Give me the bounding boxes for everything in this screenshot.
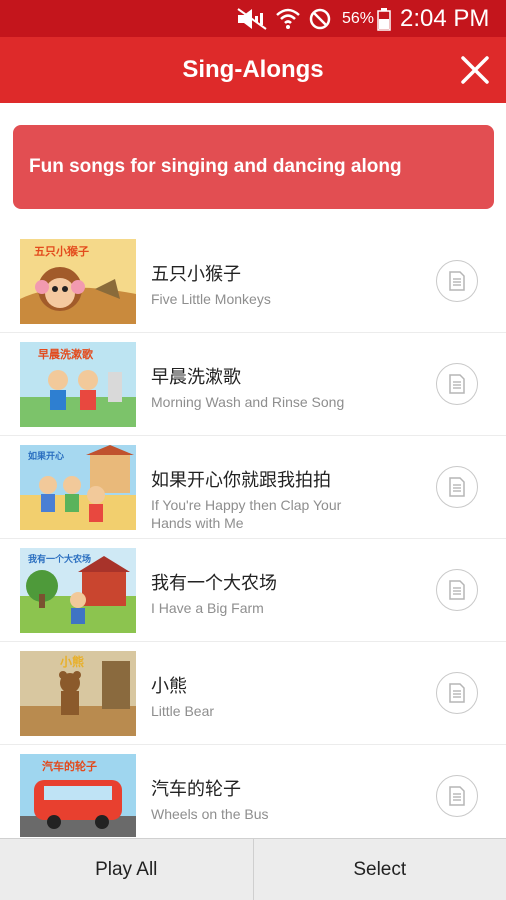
- thumbnail-caption: 汽车的轮子: [42, 760, 97, 773]
- song-row[interactable]: 我有一个大农场 我有一个大农场 I Have a Big Farm: [0, 539, 506, 642]
- song-thumbnail: 如果开心: [20, 445, 136, 530]
- lyrics-button[interactable]: [436, 363, 478, 405]
- bottom-action-bar: Play All Select: [0, 838, 506, 900]
- thumbnail-caption: 小熊: [60, 655, 85, 669]
- song-list[interactable]: 五只小猴子 五只小猴子 Five Little Monkeys 早晨洗漱歌 早晨…: [0, 230, 506, 837]
- song-title-english: I Have a Big Farm: [151, 600, 264, 616]
- lyrics-button[interactable]: [436, 775, 478, 817]
- song-thumbnail: 我有一个大农场: [20, 548, 136, 633]
- status-bar: 56% 2:04 PM: [0, 0, 506, 37]
- lyrics-button[interactable]: [436, 260, 478, 302]
- banner-text: Fun songs for singing and dancing along: [29, 156, 402, 177]
- do-not-disturb-icon: [308, 0, 332, 37]
- wifi-icon: [275, 0, 301, 37]
- song-title-chinese: 五只小猴子: [151, 264, 241, 285]
- thumbnail-caption: 我有一个大农场: [28, 555, 92, 565]
- song-title-english: Five Little Monkeys: [151, 291, 271, 307]
- select-button[interactable]: Select: [254, 839, 506, 900]
- song-row[interactable]: 早晨洗漱歌 早晨洗漱歌 Morning Wash and Rinse Song: [0, 333, 506, 436]
- song-row[interactable]: 小熊 小熊 Little Bear: [0, 642, 506, 745]
- song-thumbnail: 五只小猴子: [20, 239, 136, 324]
- thumbnail-caption: 早晨洗漱歌: [38, 348, 93, 361]
- lyrics-button[interactable]: [436, 569, 478, 611]
- close-button[interactable]: [454, 49, 496, 91]
- song-title-english: If You're Happy then Clap Your Hands wit…: [151, 497, 342, 531]
- page-title: Sing-Alongs: [182, 56, 324, 83]
- song-row[interactable]: 如果开心 如果开心你就跟我拍拍 If You're Happy then Cla…: [0, 436, 506, 539]
- document-icon: [449, 683, 465, 703]
- mute-icon: [236, 0, 268, 37]
- document-icon: [449, 786, 465, 806]
- song-thumbnail: 汽车的轮子: [20, 754, 136, 837]
- lyrics-button[interactable]: [436, 466, 478, 508]
- song-title-chinese: 我有一个大农场: [151, 573, 277, 594]
- category-banner: Fun songs for singing and dancing along: [13, 125, 494, 209]
- document-icon: [449, 374, 465, 394]
- play-all-button[interactable]: Play All: [0, 839, 253, 900]
- battery-percent: 56%: [342, 9, 375, 27]
- document-icon: [449, 271, 465, 291]
- song-title-chinese: 如果开心你就跟我拍拍: [151, 470, 331, 491]
- song-title-english: Wheels on the Bus: [151, 806, 269, 822]
- battery-icon: [377, 0, 391, 37]
- app-bar: Sing-Alongs: [0, 37, 506, 103]
- song-title-chinese: 小熊: [151, 676, 187, 697]
- song-title-chinese: 汽车的轮子: [151, 779, 241, 800]
- song-row[interactable]: 五只小猴子 五只小猴子 Five Little Monkeys: [0, 230, 506, 333]
- song-thumbnail: 早晨洗漱歌: [20, 342, 136, 427]
- document-icon: [449, 580, 465, 600]
- thumbnail-caption: 如果开心: [28, 452, 65, 462]
- song-title-english: Morning Wash and Rinse Song: [151, 394, 345, 410]
- document-icon: [449, 477, 465, 497]
- song-title-english: Little Bear: [151, 703, 215, 719]
- lyrics-button[interactable]: [436, 672, 478, 714]
- song-title-chinese: 早晨洗漱歌: [151, 367, 241, 388]
- close-icon: [461, 56, 489, 84]
- song-thumbnail: 小熊: [20, 651, 136, 736]
- song-row[interactable]: 汽车的轮子 汽车的轮子 Wheels on the Bus: [0, 745, 506, 837]
- clock: 2:04 PM: [400, 4, 490, 32]
- thumbnail-caption: 五只小猴子: [34, 245, 89, 258]
